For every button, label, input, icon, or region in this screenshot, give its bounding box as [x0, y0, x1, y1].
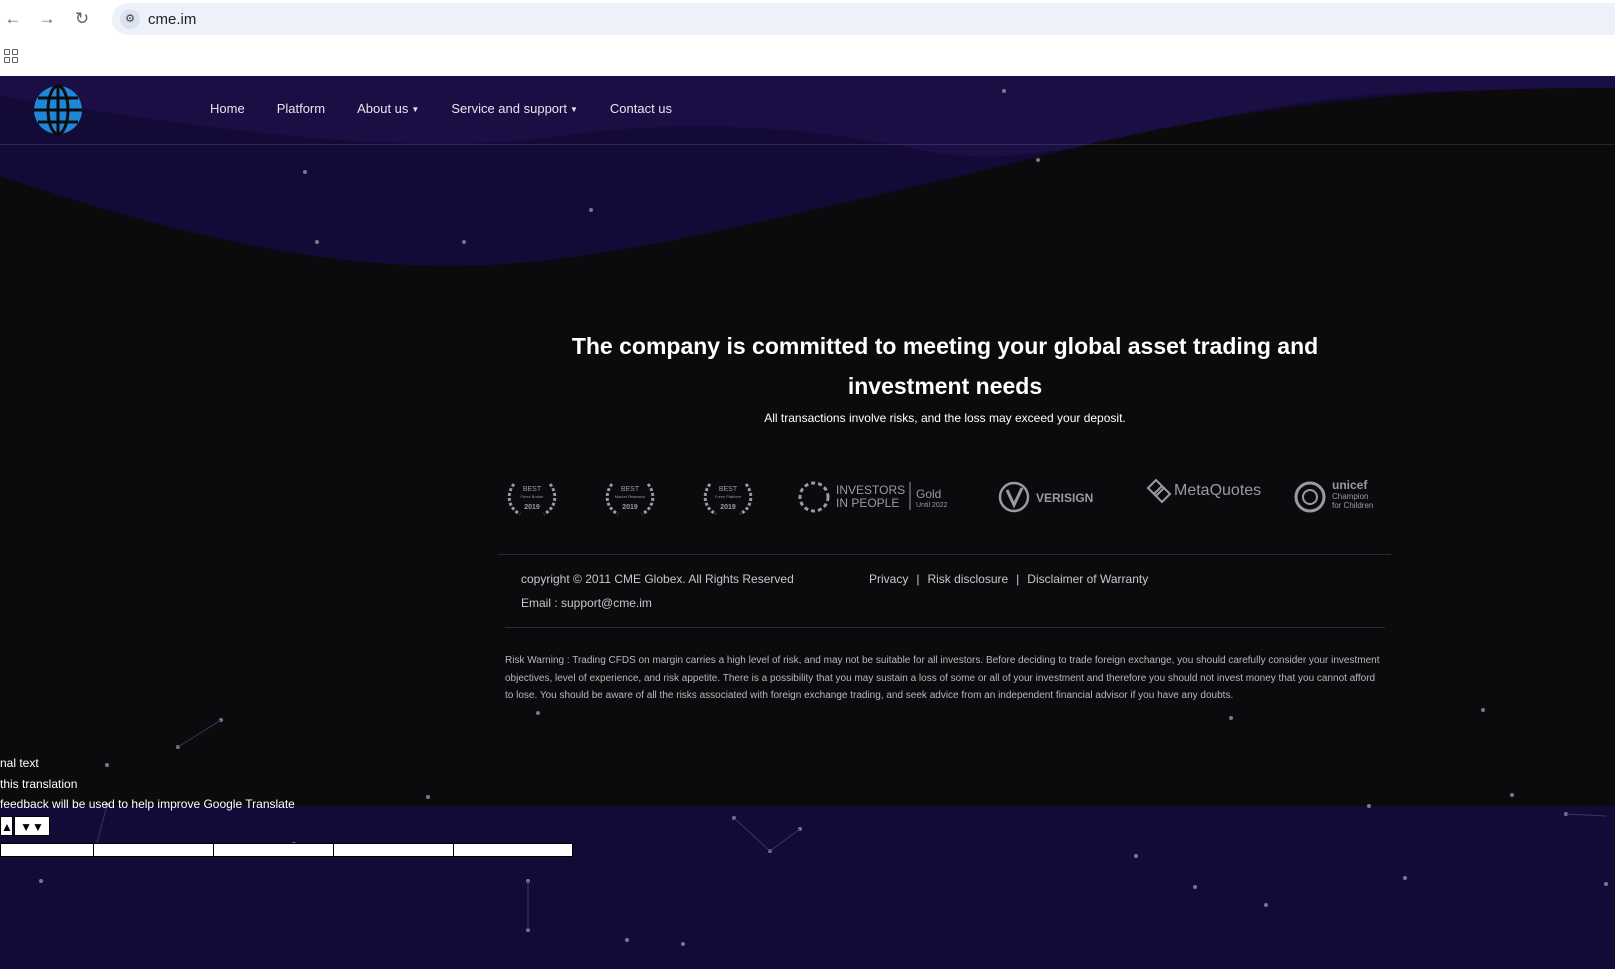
nav-about-us[interactable]: About us ▼: [357, 101, 419, 116]
caret-down-icon: ▼: [569, 105, 578, 115]
copyright-text: copyright © 2011 CME Globex. All Rights …: [521, 572, 794, 586]
verisign-text: VERISIGN: [1036, 491, 1093, 505]
award1-top: BEST: [523, 486, 542, 493]
disclaimer-link[interactable]: Disclaimer of Warranty: [1027, 572, 1148, 586]
hero-subtitle: All transactions involve risks, and the …: [764, 411, 1126, 425]
nav-service-label: Service and support: [451, 101, 567, 116]
nav-contact-us[interactable]: Contact us: [610, 101, 672, 116]
award2-top: BEST: [621, 486, 640, 493]
arrow-right-icon[interactable]: →: [37, 9, 57, 29]
award3-top: BEST: [719, 486, 738, 493]
address-bar[interactable]: ⚙ cme.im: [112, 3, 1615, 35]
risk-warning: Risk Warning : Trading CFDS on margin ca…: [505, 655, 1380, 701]
header-divider: [0, 144, 1615, 145]
award-badge-market-research: BEST Market Research 2019: [602, 476, 658, 520]
award2-year: 2019: [622, 504, 638, 511]
translate-option-bar[interactable]: [93, 843, 214, 857]
footer-divider: [498, 554, 1391, 555]
footer-divider-2: [505, 627, 1385, 628]
unicef-line1: unicef: [1332, 478, 1368, 492]
award3-mid: Forex Platform: [715, 494, 742, 499]
translate-rate-label: this translation: [0, 777, 78, 791]
thumb-up-icon[interactable]: ▲: [0, 816, 13, 836]
link-separator: |: [1016, 572, 1020, 586]
globe-logo-icon[interactable]: [32, 84, 84, 136]
nav-platform[interactable]: Platform: [277, 101, 325, 116]
thumb-down-icon[interactable]: ▼▼: [14, 816, 50, 836]
browser-toolbar: ← → ↻ ⚙ cme.im: [0, 0, 1615, 38]
caret-down-icon: ▼: [411, 105, 420, 115]
translate-rating-buttons: ▲ ▼▼: [0, 816, 51, 836]
footer-links: Privacy | Risk disclosure | Disclaimer o…: [869, 572, 1148, 586]
translate-original-text-label[interactable]: nal text: [0, 756, 39, 770]
nav-home[interactable]: Home: [210, 101, 245, 116]
partner-badges: BEST Forex Broker 2019 BEST Market Resea…: [504, 476, 1390, 520]
translate-feedback-note: feedback will be used to help improve Go…: [0, 797, 295, 811]
url-text[interactable]: cme.im: [148, 11, 196, 28]
iip-gold: Gold: [916, 487, 941, 501]
unicef-line3: for Children: [1332, 501, 1373, 510]
tune-icon[interactable]: ⚙: [120, 9, 140, 29]
risk-disclosure-link[interactable]: Risk disclosure: [927, 572, 1008, 586]
privacy-link[interactable]: Privacy: [869, 572, 908, 586]
email-text[interactable]: Email : support@cme.im: [521, 596, 652, 610]
hero-title: The company is committed to meeting your…: [571, 333, 1319, 399]
unicef-badge: unicef Champion for Children: [1294, 476, 1390, 520]
award1-year: 2019: [524, 504, 540, 511]
investors-in-people-badge: INVESTORS IN PEOPLE Gold Until 2022: [798, 476, 958, 520]
translate-option-bar[interactable]: [213, 843, 334, 857]
unicef-line2: Champion: [1332, 492, 1368, 501]
iip-line2: IN PEOPLE: [836, 496, 899, 510]
nav-contact-label: Contact us: [609, 101, 673, 116]
nav-platform-label: Platform: [276, 101, 326, 116]
translate-option-bar[interactable]: [453, 843, 573, 857]
award-badge-forex-platform: BEST Forex Platform 2019: [700, 476, 756, 520]
web-page: Home Platform About us ▼ Service and supp…: [0, 76, 1615, 969]
verisign-badge: VERISIGN: [998, 476, 1108, 520]
metaquotes-text: MetaQuotes: [1174, 482, 1261, 499]
metaquotes-badge: MetaQuotes: [1144, 476, 1264, 520]
iip-until: Until 2022: [916, 502, 948, 509]
award2-mid: Market Research: [615, 494, 645, 499]
iip-line1: INVESTORS: [836, 483, 905, 497]
reload-icon[interactable]: ↻: [72, 9, 92, 29]
nav-home-label: Home: [210, 101, 245, 116]
award1-mid: Forex Broker: [520, 494, 544, 499]
main-nav: Home Platform About us ▼ Service and supp…: [210, 101, 704, 116]
star-field: [39, 89, 1608, 946]
award-badge-forex-broker: BEST Forex Broker 2019: [504, 476, 560, 520]
nav-about-label: About us: [357, 101, 409, 116]
translate-option-bar[interactable]: [0, 843, 94, 857]
award3-year: 2019: [720, 504, 736, 511]
translate-option-bar[interactable]: [333, 843, 454, 857]
apps-grid-icon[interactable]: [4, 49, 18, 63]
bookmarks-bar: [0, 38, 1615, 76]
link-separator: |: [916, 572, 920, 586]
arrow-left-icon[interactable]: ←: [3, 9, 23, 29]
nav-service-support[interactable]: Service and support ▼: [451, 101, 578, 116]
